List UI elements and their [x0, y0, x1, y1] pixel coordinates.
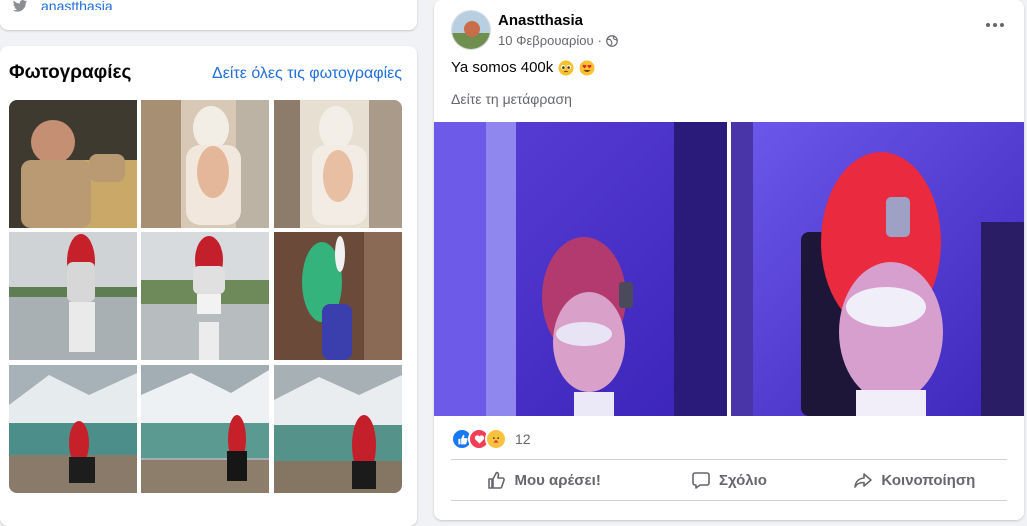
post-author-name[interactable]: Anastthasia — [498, 12, 583, 29]
photo-thumbnail[interactable] — [9, 232, 137, 360]
post-text: Ya somos 400k — [451, 59, 595, 76]
pleading-face-emoji-icon — [558, 60, 574, 75]
more-options-button[interactable] — [983, 18, 1007, 32]
care-reaction-icon — [485, 428, 507, 450]
reaction-count: 12 — [515, 431, 531, 447]
post-media — [434, 122, 1024, 416]
photo-thumbnail[interactable] — [274, 232, 402, 360]
post-card: Anastthasia 10 Φεβρουαρίου · Ya somos 40… — [434, 0, 1024, 520]
comment-label: Σχόλιο — [719, 471, 767, 489]
avatar[interactable] — [451, 10, 491, 50]
post-actions-bar: Μου αρέσει! Σχόλιο Κοινοποίηση — [451, 461, 1007, 499]
share-arrow-icon — [854, 473, 873, 488]
post-photo[interactable] — [731, 122, 1024, 416]
globe-icon — [606, 34, 618, 47]
dot-icon — [986, 23, 990, 27]
twitter-handle-link[interactable]: anastthasia — [41, 0, 113, 10]
twitter-icon — [12, 0, 28, 12]
reactions-summary[interactable]: 12 — [451, 428, 531, 450]
photo-thumbnail[interactable] — [141, 365, 269, 493]
dot-icon — [1000, 23, 1004, 27]
post-date[interactable]: 10 Φεβρουαρίου — [498, 33, 594, 48]
like-button[interactable]: Μου αρέσει! — [451, 461, 636, 499]
photo-thumbnail[interactable] — [141, 232, 269, 360]
photo-thumbnail[interactable] — [141, 100, 269, 228]
divider — [451, 500, 1007, 501]
post-photo[interactable] — [434, 122, 727, 416]
photos-card: Φωτογραφίες Δείτε όλες τις φωτογραφίες — [0, 46, 417, 526]
meta-separator: · — [597, 33, 602, 48]
see-translation-link[interactable]: Δείτε τη μετάφραση — [451, 91, 572, 107]
share-label: Κοινοποίηση — [881, 471, 976, 489]
photos-title: Φωτογραφίες — [9, 62, 132, 83]
photo-thumbnail[interactable] — [274, 100, 402, 228]
comment-bubble-icon — [692, 472, 710, 489]
heart-eyes-emoji-icon — [579, 60, 595, 75]
photo-thumbnail[interactable] — [9, 365, 137, 493]
like-label: Μου αρέσει! — [514, 471, 601, 489]
profile-links-card: anastthasia — [0, 0, 417, 30]
see-all-photos-link[interactable]: Δείτε όλες τις φωτογραφίες — [212, 65, 402, 83]
thumbs-up-icon — [488, 471, 506, 489]
comment-button[interactable]: Σχόλιο — [636, 461, 821, 499]
post-meta: 10 Φεβρουαρίου · — [498, 33, 618, 48]
divider — [451, 459, 1007, 460]
post-message: Ya somos 400k — [451, 59, 554, 76]
photo-thumbnail[interactable] — [274, 365, 402, 493]
photo-thumbnail[interactable] — [9, 100, 137, 228]
dot-icon — [993, 23, 997, 27]
share-button[interactable]: Κοινοποίηση — [822, 461, 1007, 499]
